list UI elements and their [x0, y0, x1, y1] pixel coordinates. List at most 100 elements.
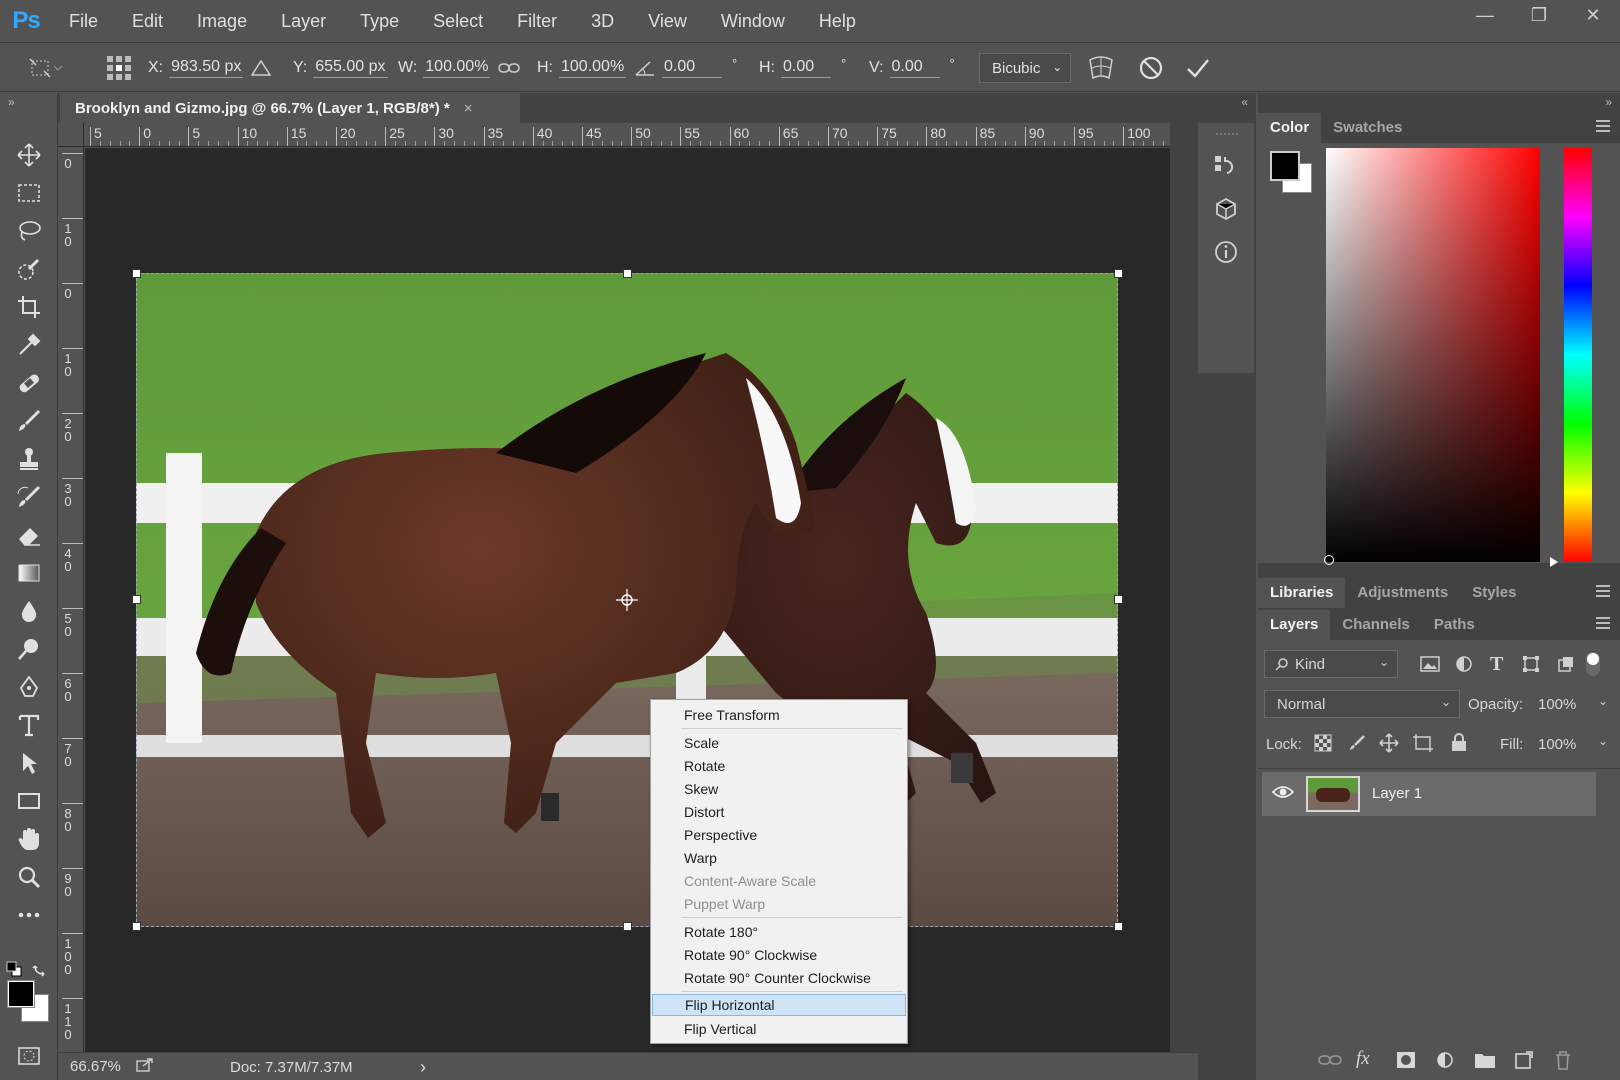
vertical-ruler[interactable]: 0 10 0 10 20 30 40 50 60 70 80 90 100 110 — [58, 147, 84, 1052]
new-layer-button[interactable] — [1514, 1050, 1534, 1074]
opacity-input[interactable]: 100% ⌄ — [1530, 690, 1612, 718]
menu-filter[interactable]: Filter — [500, 0, 574, 42]
eraser-tool[interactable] — [13, 519, 45, 551]
filter-shape-layers[interactable] — [1522, 655, 1540, 677]
x-input[interactable]: 983.50 px — [169, 58, 244, 78]
3d-panel-button[interactable] — [1213, 196, 1239, 226]
horizontal-skew-input[interactable]: 0.00 — [781, 58, 831, 78]
rectangle-tool[interactable] — [13, 785, 45, 817]
transform-handle-right[interactable] — [1114, 595, 1123, 604]
menu-item-scale[interactable]: Scale — [652, 732, 906, 754]
tab-layers[interactable]: Layers — [1258, 610, 1331, 640]
panel-menu-icon[interactable] — [1596, 585, 1610, 600]
tab-color[interactable]: Color — [1258, 113, 1322, 143]
zoom-level[interactable]: 66.67% — [70, 1058, 121, 1075]
ruler-origin[interactable] — [58, 123, 84, 147]
pen-tool[interactable] — [13, 671, 45, 703]
filter-pixel-layers[interactable] — [1420, 655, 1440, 677]
menu-item-perspective[interactable]: Perspective — [652, 824, 906, 846]
collapse-panels-icon[interactable]: » — [1605, 95, 1612, 109]
minimize-button[interactable]: — — [1458, 0, 1512, 30]
menu-layer[interactable]: Layer — [264, 0, 343, 42]
tab-swatches[interactable]: Swatches — [1321, 113, 1414, 143]
new-group-button[interactable] — [1474, 1051, 1496, 1073]
transform-handle-bottom-right[interactable] — [1114, 922, 1123, 931]
menu-item-warp[interactable]: Warp — [652, 847, 906, 869]
menu-item-flip-horizontal[interactable]: Flip Horizontal — [652, 994, 906, 1016]
status-menu-arrow[interactable]: › — [420, 1057, 426, 1078]
add-mask-button[interactable] — [1396, 1051, 1416, 1073]
interpolation-dropdown[interactable]: Bicubic ⌄ — [979, 53, 1072, 83]
menu-window[interactable]: Window — [704, 0, 802, 42]
filter-smart-objects[interactable] — [1557, 655, 1575, 677]
close-window-button[interactable]: ✕ — [1566, 0, 1620, 30]
menu-3d[interactable]: 3D — [574, 0, 631, 42]
vertical-skew-input[interactable]: 0.00 — [889, 58, 940, 78]
menu-item-flip-vertical[interactable]: Flip Vertical — [652, 1018, 906, 1040]
hand-tool[interactable] — [13, 823, 45, 855]
panel-menu-icon[interactable] — [1596, 120, 1610, 135]
width-input[interactable]: 100.00% — [423, 58, 491, 78]
layer-filter-dropdown[interactable]: Kind ⌄ — [1264, 650, 1398, 678]
menu-item-skew[interactable]: Skew — [652, 778, 906, 800]
filter-toggle[interactable] — [1586, 652, 1600, 676]
tool-preset-picker[interactable] — [28, 43, 64, 93]
transform-handle-left[interactable] — [132, 595, 141, 604]
layer-name[interactable]: Layer 1 — [1372, 785, 1422, 802]
menu-item-rotate-90-ccw[interactable]: Rotate 90° Counter Clockwise — [652, 967, 906, 989]
eyedropper-tool[interactable] — [13, 329, 45, 361]
transform-handle-bottom[interactable] — [623, 922, 632, 931]
menu-help[interactable]: Help — [802, 0, 873, 42]
y-input[interactable]: 655.00 px — [313, 58, 388, 78]
color-picker-marker[interactable] — [1324, 555, 1334, 565]
quick-selection-tool[interactable] — [13, 253, 45, 285]
tab-paths[interactable]: Paths — [1422, 610, 1487, 640]
brush-tool[interactable] — [13, 405, 45, 437]
cancel-transform-button[interactable] — [1138, 43, 1164, 93]
type-tool[interactable] — [13, 709, 45, 741]
share-icon[interactable] — [136, 1057, 154, 1077]
menu-type[interactable]: Type — [343, 0, 416, 42]
lasso-tool[interactable] — [13, 215, 45, 247]
warp-mode-button[interactable] — [1087, 43, 1115, 93]
transform-handle-top[interactable] — [623, 269, 632, 278]
blend-mode-dropdown[interactable]: Normal ⌄ — [1264, 690, 1460, 718]
filter-adjustment-layers[interactable] — [1455, 655, 1473, 677]
dodge-tool[interactable] — [13, 633, 45, 665]
close-document-button[interactable]: × — [464, 100, 473, 117]
relative-position-toggle[interactable] — [250, 43, 272, 93]
history-brush-tool[interactable] — [13, 481, 45, 513]
rotate-angle-input[interactable]: 0.00 — [662, 58, 722, 78]
reference-point-crosshair-icon[interactable] — [616, 589, 638, 611]
layer-row[interactable]: Layer 1 — [1262, 772, 1596, 816]
lock-position[interactable] — [1379, 733, 1399, 757]
swap-colors-button[interactable] — [32, 961, 48, 981]
menu-item-rotate-180[interactable]: Rotate 180° — [652, 921, 906, 943]
restore-button[interactable]: ❐ — [1512, 0, 1566, 30]
move-tool[interactable] — [13, 139, 45, 171]
collapse-toolbar-icon[interactable]: » — [8, 95, 15, 109]
lock-transparent-pixels[interactable] — [1314, 734, 1332, 756]
transform-handle-top-left[interactable] — [132, 269, 141, 278]
tab-channels[interactable]: Channels — [1330, 610, 1422, 640]
menu-edit[interactable]: Edit — [115, 0, 180, 42]
blur-tool[interactable] — [13, 595, 45, 627]
commit-transform-button[interactable] — [1185, 43, 1211, 93]
edit-toolbar-button[interactable] — [13, 899, 45, 931]
history-panel-button[interactable] — [1213, 153, 1239, 183]
hue-slider-thumb[interactable] — [1550, 557, 1558, 567]
dock-grip[interactable] — [1216, 133, 1238, 135]
color-panel-foreground-swatch[interactable] — [1270, 151, 1300, 181]
link-layers-button[interactable] — [1318, 1052, 1342, 1072]
foreground-color-swatch[interactable] — [7, 980, 35, 1008]
fill-input[interactable]: 100% ⌄ — [1530, 730, 1612, 758]
new-adjustment-layer-button[interactable] — [1436, 1051, 1454, 1073]
transform-handle-top-right[interactable] — [1114, 269, 1123, 278]
layer-style-button[interactable]: fx — [1356, 1048, 1370, 1070]
lock-artboard[interactable] — [1412, 733, 1434, 757]
healing-brush-tool[interactable] — [13, 367, 45, 399]
tab-styles[interactable]: Styles — [1460, 578, 1528, 608]
menu-item-free-transform[interactable]: Free Transform — [652, 704, 906, 726]
menu-item-rotate[interactable]: Rotate — [652, 755, 906, 777]
panel-menu-icon[interactable] — [1596, 617, 1610, 632]
